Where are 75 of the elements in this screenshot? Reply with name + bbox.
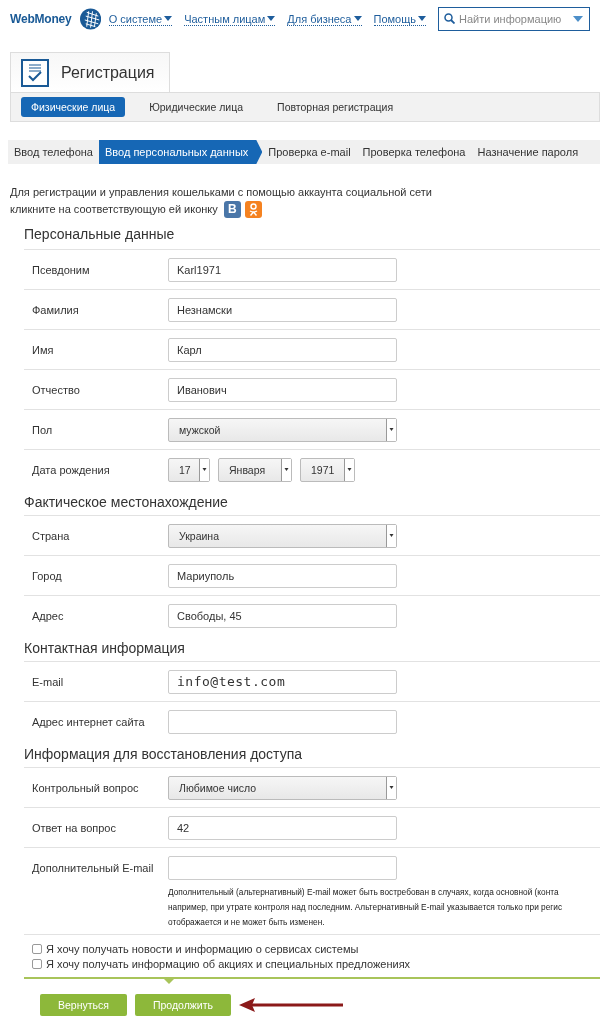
input-field[interactable]: Свободы, 45 [168, 603, 397, 628]
field-label: Дата рождения [32, 463, 111, 476]
section-heading: Информация для восстановления доступа [24, 745, 304, 764]
field-label: E-mail [32, 675, 65, 688]
field-label: Псевдоним [32, 263, 91, 276]
select-field[interactable]: Любимое число [168, 775, 397, 800]
input-field[interactable]: Карл [168, 337, 397, 362]
select-field[interactable]: Января [218, 457, 292, 482]
field-label: Контрольный вопрос [32, 781, 140, 794]
dropdown-caret-icon [573, 16, 583, 22]
checkbox-label: Я хочу получать информацию об акциях и специальных предложениях [46, 957, 411, 970]
caret-icon [386, 524, 396, 547]
input-field[interactable]: 42 [168, 815, 397, 840]
caret-icon [267, 16, 276, 21]
help-text: отображается и не может быть изменен. [168, 916, 326, 929]
section-heading: Контактная информация [24, 639, 186, 658]
field-label: Страна [32, 529, 71, 542]
help-text: например, при утрате контроля над последним. Альтернативный E-mail указывается только при регис [168, 901, 564, 914]
select-field[interactable]: 1971 [300, 457, 355, 482]
field-label: Дополнительный E-mail [32, 862, 155, 874]
nav-link[interactable]: Для бизнеса [287, 12, 362, 26]
field-label: Имя [32, 343, 55, 356]
caret-icon [199, 458, 209, 481]
caret-icon [281, 458, 291, 481]
subtab[interactable]: Физические лица [21, 97, 126, 117]
vk-button[interactable]: B [223, 201, 241, 218]
step-tab[interactable]: Проверка e-mail [262, 140, 357, 164]
field-label: Адрес интернет сайта [32, 715, 146, 728]
arrow-icon [239, 998, 343, 1012]
input-field[interactable] [168, 856, 397, 880]
input-field[interactable]: Иванович [168, 377, 397, 402]
subtab[interactable]: Повторная регистрация [267, 97, 404, 117]
search-icon [444, 13, 455, 24]
ok-icon[interactable] [244, 201, 262, 218]
caret-icon [418, 16, 426, 21]
intro-text: кликните на соответствующую ей иконку [10, 202, 218, 217]
input-field[interactable]: Karl1971 [168, 257, 397, 282]
checklist-icon [21, 58, 49, 87]
step-tab[interactable]: Назначение пароля [471, 140, 585, 164]
field-label: Отчество [32, 383, 81, 396]
field-label: Город [32, 569, 63, 582]
field-label: Фамилия [32, 303, 80, 316]
nav-link[interactable]: Частным лицам [184, 12, 276, 26]
field-label: Адрес [32, 609, 65, 622]
caret-icon [386, 776, 396, 799]
checkbox[interactable] [32, 943, 42, 954]
input-field[interactable]: Незнамски [168, 297, 397, 322]
field-label: Ответ на вопрос [32, 821, 117, 834]
step-tab[interactable]: Ввод телефона [8, 140, 99, 164]
select-field[interactable]: Украина [168, 523, 397, 548]
caret-icon [344, 458, 354, 481]
select-field[interactable]: 17 [168, 457, 210, 482]
help-text: Дополнительный (альтернативный) E-mail может быть востребован в случаях, когда основной (конта [168, 886, 560, 899]
input-field[interactable]: info@test.com [168, 669, 397, 694]
checkbox-label: Я хочу получать новости и информацию о сервисах системы [46, 942, 359, 955]
checkbox[interactable] [32, 958, 42, 969]
caret-icon [164, 16, 173, 21]
select-field[interactable]: мужской [168, 417, 397, 442]
caret-icon [386, 418, 396, 441]
search-field[interactable]: Найти информацию [438, 7, 590, 31]
field-label: Пол [32, 423, 54, 436]
nav-link[interactable]: О системе [108, 12, 173, 26]
caret-icon [353, 16, 362, 21]
subtab[interactable]: Юридические лица [139, 97, 254, 117]
input-field[interactable]: Мариуполь [168, 563, 397, 588]
step-tab[interactable]: Ввод персональных данных [99, 140, 263, 164]
input-field[interactable] [168, 709, 397, 734]
section-heading: Персональные данные [24, 224, 176, 244]
section-heading: Фактическое местонахождение [24, 493, 229, 512]
intro-text: Для регистрации и управления кошельками с помощью аккаунта социальной сети [10, 185, 432, 200]
page-title: Регистрация [61, 63, 155, 82]
logo-text: WebMoney [10, 12, 72, 26]
step-tab[interactable]: Проверка телефона [356, 140, 472, 164]
nav-link[interactable]: Помощь [373, 12, 426, 26]
globe-icon [79, 8, 101, 30]
